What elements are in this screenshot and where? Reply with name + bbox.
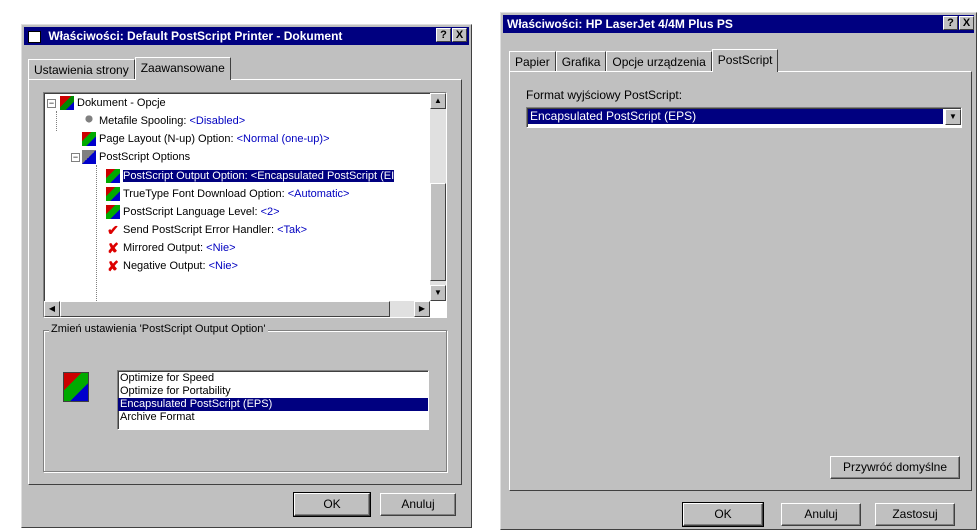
help-button[interactable]: ? — [436, 28, 451, 42]
tree-item-page-layout[interactable]: Page Layout (N-up) Option: <Normal (one-… — [82, 130, 330, 148]
scroll-up-icon[interactable]: ▲ — [430, 93, 446, 109]
list-item[interactable]: Optimize for Portability — [118, 385, 428, 398]
settings-cube-icon — [106, 187, 120, 202]
cross-icon: ✘ — [107, 240, 119, 257]
apply-button[interactable]: Zastosuj — [875, 503, 955, 526]
cancel-button[interactable]: Anuluj — [380, 493, 456, 516]
collapse-postscript-icon[interactable]: − — [71, 153, 80, 162]
right-properties-window: Właściwości: HP LaserJet 4/4M Plus PS ? … — [500, 12, 977, 530]
settings-cube-icon — [106, 169, 120, 184]
printer-icon — [28, 30, 41, 43]
tab-ustawienia-strony[interactable]: Ustawienia strony — [28, 59, 135, 79]
tree-item-language-level[interactable]: PostScript Language Level: <2> — [106, 203, 280, 221]
advanced-tab-panel: − Dokument - Opcje Metafile Spooling: <D… — [28, 79, 462, 485]
right-window-title: Właściwości: HP LaserJet 4/4M Plus PS — [507, 17, 733, 31]
left-title-bar[interactable]: Właściwości: Default PostScript Printer … — [24, 27, 469, 45]
tree-root[interactable]: Dokument - Opcje — [60, 94, 166, 112]
right-title-bar[interactable]: Właściwości: HP LaserJet 4/4M Plus PS — [503, 15, 974, 33]
tree-item-mirrored-output[interactable]: ✘ Mirrored Output: <Nie> — [106, 239, 235, 257]
settings-cube-icon — [106, 205, 120, 220]
scroll-thumb[interactable] — [430, 183, 446, 281]
list-item-selected[interactable]: Encapsulated PostScript (EPS) — [118, 398, 428, 411]
scroll-left-icon[interactable]: ◀ — [44, 301, 60, 317]
scroll-right-icon[interactable]: ▶ — [414, 301, 430, 317]
cancel-button[interactable]: Anuluj — [781, 503, 861, 526]
collapse-root-icon[interactable]: − — [47, 99, 56, 108]
document-options-icon — [60, 96, 74, 111]
hscroll-thumb[interactable] — [60, 301, 390, 317]
tree-vertical-scrollbar[interactable]: ▲ ▼ — [430, 93, 446, 301]
list-item[interactable]: Optimize for Speed — [118, 372, 428, 385]
tab-zaawansowane[interactable]: Zaawansowane — [134, 57, 231, 80]
tree-lines — [56, 111, 58, 131]
tree-item-negative-output[interactable]: ✘ Negative Output: <Nie> — [106, 257, 238, 275]
checkmark-icon: ✔ — [107, 222, 119, 239]
tree-item-error-handler[interactable]: ✔ Send PostScript Error Handler: <Tak> — [106, 221, 307, 239]
settings-cube-icon — [82, 132, 96, 147]
output-option-list[interactable]: Optimize for Speed Optimize for Portabil… — [117, 370, 429, 430]
tree-horizontal-scrollbar[interactable]: ◀ ▶ — [44, 301, 430, 317]
format-dropdown[interactable]: Encapsulated PostScript (EPS) ▼ — [526, 107, 962, 128]
chevron-down-icon[interactable]: ▼ — [945, 109, 961, 125]
tree-branch-line — [96, 165, 98, 305]
format-dropdown-value: Encapsulated PostScript (EPS) — [528, 109, 943, 124]
tab-opcje-urzadzenia[interactable]: Opcje urządzenia — [606, 51, 712, 71]
format-label: Format wyjściowy PostScript: — [526, 88, 683, 102]
left-window-title: Właściwości: Default PostScript Printer … — [48, 29, 343, 43]
tab-postscript[interactable]: PostScript — [711, 49, 779, 72]
settings-large-icon — [63, 372, 89, 402]
ok-button[interactable]: OK — [293, 492, 371, 517]
tab-grafika[interactable]: Grafika — [555, 51, 607, 71]
group-label: Zmień ustawienia 'PostScript Output Opti… — [49, 323, 268, 335]
pin-icon — [82, 114, 96, 129]
cross-icon: ✘ — [107, 258, 119, 275]
tree-item-postscript-options[interactable]: PostScript Options — [82, 148, 190, 166]
options-tree-view[interactable]: − Dokument - Opcje Metafile Spooling: <D… — [43, 92, 447, 318]
close-button[interactable]: X — [959, 16, 974, 30]
postscript-folder-icon — [82, 150, 96, 165]
help-button[interactable]: ? — [943, 16, 958, 30]
scroll-down-icon[interactable]: ▼ — [430, 285, 446, 301]
postscript-tab-panel: Format wyjściowy PostScript: Encapsulate… — [509, 71, 972, 491]
tree-item-truetype-download[interactable]: TrueType Font Download Option: <Automati… — [106, 185, 349, 203]
restore-defaults-button[interactable]: Przywróć domyślne — [830, 456, 960, 479]
tree-item-postscript-output-option[interactable]: PostScript Output Option: <Encapsulated … — [106, 167, 395, 185]
tab-papier[interactable]: Papier — [509, 51, 556, 71]
ok-button[interactable]: OK — [682, 502, 764, 527]
left-properties-window: Właściwości: Default PostScript Printer … — [21, 24, 472, 528]
tree-item-metafile-spooling[interactable]: Metafile Spooling: <Disabled> — [82, 112, 245, 130]
close-button[interactable]: X — [452, 28, 467, 42]
list-item[interactable]: Archive Format — [118, 411, 428, 424]
